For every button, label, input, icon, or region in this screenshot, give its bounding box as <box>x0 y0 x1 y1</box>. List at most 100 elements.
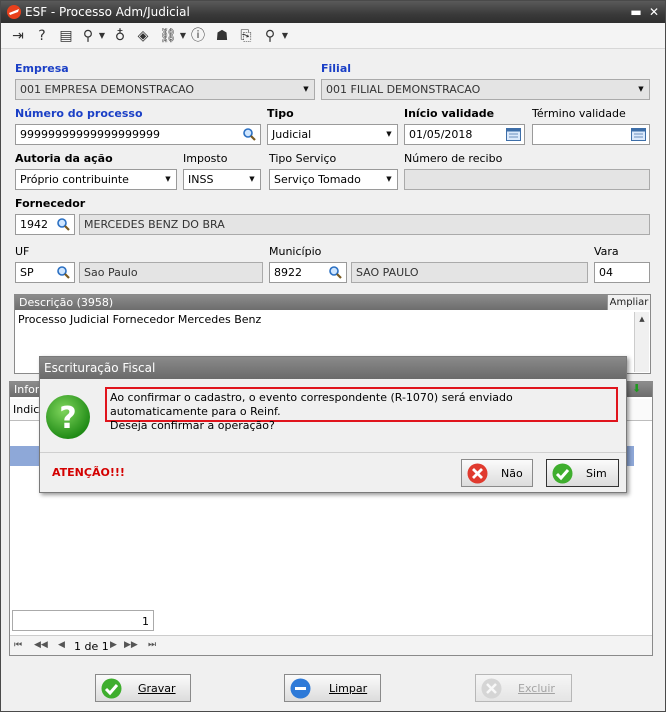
descricao-scrollbar[interactable]: ▲ <box>634 312 649 372</box>
search-icon[interactable] <box>242 127 257 142</box>
prev-page-icon[interactable]: ◀◀ <box>34 640 48 650</box>
yes-label: Sim <box>586 467 607 480</box>
excluir-button[interactable]: Excluir <box>475 674 572 702</box>
dialog-message-line1: Ao confirmar o cadastro, o evento corres… <box>110 391 513 418</box>
pager: ⏮ ◀◀ ◀ 1 de 1 ▶ ▶▶ ⏭ <box>10 635 652 655</box>
app-logo-icon <box>7 5 21 19</box>
filial-label: Filial <box>321 62 352 75</box>
ampliar-label: Ampliar <box>609 297 649 308</box>
main-window: ESF - Processo Adm/Judicial ▬ ✕ ⇥ ? ▤ ⚲ … <box>0 0 666 712</box>
arrow-down-icon[interactable]: ⬇ <box>632 383 644 395</box>
gravar-button[interactable]: Gravar <box>95 674 191 702</box>
document-icon[interactable]: ⎘ <box>237 27 255 45</box>
vara-value: 04 <box>599 266 613 279</box>
tipo-select[interactable]: Judicial ▼ <box>267 124 398 145</box>
fornecedor-name-value: MERCEDES BENZ DO BRA <box>84 218 225 231</box>
numero-processo-input[interactable]: 99999999999999999999 <box>15 124 261 145</box>
link-icon[interactable]: ⛓ <box>159 27 177 45</box>
svg-text:?: ? <box>59 401 76 436</box>
exit-icon[interactable]: ⇥ <box>9 27 27 45</box>
fornecedor-code-input[interactable]: 1942 <box>15 214 75 235</box>
imposto-value: INSS <box>188 173 214 186</box>
search-icon[interactable] <box>328 265 343 280</box>
imposto-label: Imposto <box>183 152 228 165</box>
tipo-servico-select[interactable]: Serviço Tomado ▼ <box>269 169 398 190</box>
page-indicator: 1 de 1 <box>74 640 109 653</box>
empresa-label: Empresa <box>15 62 69 75</box>
municipio-code-input[interactable]: 8922 <box>269 262 347 283</box>
delete-icon <box>481 678 502 699</box>
close-icon <box>467 463 488 484</box>
municipio-label: Município <box>269 245 322 258</box>
chevron-down-icon: ▼ <box>303 85 309 93</box>
imposto-select[interactable]: INSS ▼ <box>183 169 261 190</box>
next-icon[interactable]: ▶ <box>110 640 117 650</box>
vara-input[interactable]: 04 <box>594 262 650 283</box>
search-icon[interactable] <box>56 217 71 232</box>
zoom-icon[interactable]: ⚲ <box>261 27 279 45</box>
uf-name-field: Sao Paulo <box>79 262 263 283</box>
info-icon[interactable]: ⓘ <box>189 27 207 45</box>
first-page-icon[interactable]: ⏮ <box>14 640 22 650</box>
no-label: Não <box>501 467 523 480</box>
descricao-header: Descrição (3958) <box>15 295 650 310</box>
dialog-message-box: Ao confirmar o cadastro, o evento corres… <box>105 387 618 432</box>
search-icon[interactable]: ⚲ <box>79 27 97 45</box>
report-icon[interactable]: ▤ <box>57 27 75 45</box>
tip-icon[interactable]: ♁ <box>111 27 129 45</box>
empresa-value: 001 EMPRESA DEMONSTRACAO <box>20 83 195 96</box>
empresa-select[interactable]: 001 EMPRESA DEMONSTRACAO ▼ <box>15 79 315 100</box>
title-bar: ESF - Processo Adm/Judicial ▬ ✕ <box>1 1 665 23</box>
inicio-validade-input[interactable]: 01/05/2018 <box>404 124 525 145</box>
no-button[interactable]: Não <box>461 459 533 487</box>
uf-code-input[interactable]: SP <box>15 262 75 283</box>
calendar-icon[interactable] <box>631 128 646 141</box>
chevron-down-icon: ▼ <box>638 85 644 93</box>
inicio-validade-label: Início validade <box>404 107 495 120</box>
check-icon <box>101 678 122 699</box>
dialog-message-line2: Deseja confirmar a operação? <box>110 419 275 432</box>
search-icon[interactable] <box>56 265 71 280</box>
map-icon[interactable]: ◈ <box>134 27 152 45</box>
dialog-footer <box>40 452 626 453</box>
autoria-select[interactable]: Próprio contribuinte ▼ <box>15 169 177 190</box>
vara-label: Vara <box>594 245 619 258</box>
window-title: ESF - Processo Adm/Judicial <box>25 5 190 19</box>
uf-code-value: SP <box>20 266 34 279</box>
last-page-icon[interactable]: ⏭ <box>148 640 156 650</box>
dialog-title: Escrituração Fiscal <box>44 361 156 375</box>
termino-validade-input[interactable] <box>532 124 650 145</box>
toolbar: ⇥ ? ▤ ⚲ ▼ ♁ ◈ ⛓ ▼ ⓘ ☗ ⎘ ⚲ ▼ <box>1 23 665 49</box>
minimize-button[interactable]: ▬ <box>629 5 643 19</box>
termino-validade-label: Término validade <box>532 107 626 120</box>
next-page-icon[interactable]: ▶▶ <box>124 640 138 650</box>
yes-button[interactable]: Sim <box>546 459 619 487</box>
close-button[interactable]: ✕ <box>647 5 661 19</box>
scroll-up-icon[interactable]: ▲ <box>635 312 649 326</box>
calendar-icon[interactable] <box>506 128 521 141</box>
prev-icon[interactable]: ◀ <box>58 640 65 650</box>
chevron-down-icon: ▼ <box>386 175 392 183</box>
fornecedor-label: Fornecedor <box>15 197 86 210</box>
ampliar-button[interactable]: Ampliar <box>607 295 650 310</box>
municipio-code-value: 8922 <box>274 266 302 279</box>
uf-label: UF <box>15 245 30 258</box>
link-dropdown-icon[interactable]: ▼ <box>179 27 187 45</box>
numero-processo-label: Número do processo <box>15 107 143 120</box>
confirm-dialog: Escrituração Fiscal ? Ao confirmar o cad… <box>39 356 627 493</box>
filial-select[interactable]: 001 FILIAL DEMONSTRACAO ▼ <box>321 79 650 100</box>
question-icon: ? <box>46 395 90 439</box>
warning-text: ATENÇÃO!!! <box>52 466 125 479</box>
municipio-name-value: SAO PAULO <box>356 266 419 279</box>
recibo-label: Número de recibo <box>404 152 503 165</box>
search-dropdown-icon[interactable]: ▼ <box>98 27 106 45</box>
help-icon[interactable]: ? <box>33 27 51 45</box>
user-icon[interactable]: ☗ <box>213 27 231 45</box>
descricao-text: Processo Judicial Fornecedor Mercedes Be… <box>18 313 262 326</box>
check-icon <box>552 463 573 484</box>
municipio-name-field: SAO PAULO <box>351 262 588 283</box>
autoria-label: Autoria da ação <box>15 152 113 165</box>
limpar-button[interactable]: Limpar <box>284 674 381 702</box>
zoom-dropdown-icon[interactable]: ▼ <box>281 27 289 45</box>
descricao-title: Descrição (3958) <box>19 296 114 309</box>
